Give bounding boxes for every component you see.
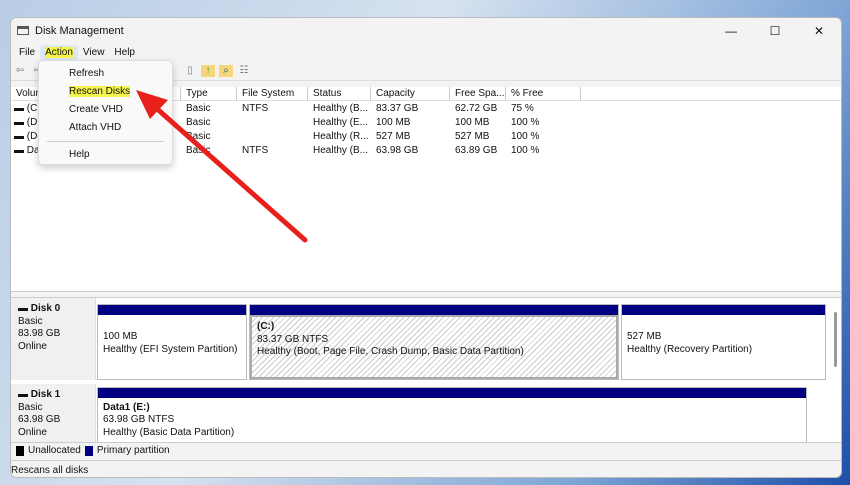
red-arrow-annotation: [136, 90, 308, 243]
